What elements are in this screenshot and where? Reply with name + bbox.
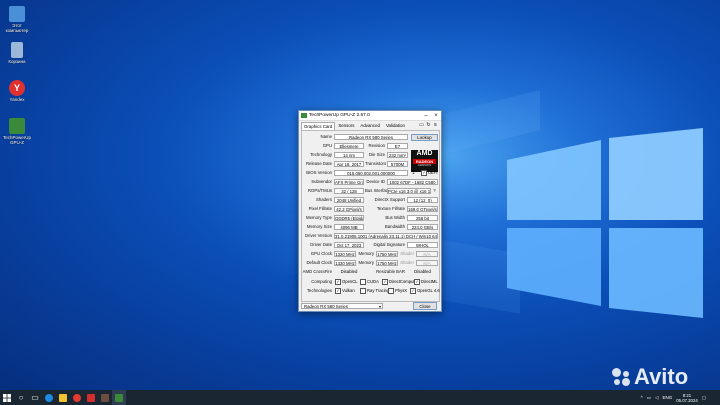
- network-icon[interactable]: ▭: [647, 395, 651, 401]
- bus-help-button[interactable]: ?: [432, 187, 437, 195]
- checkbox-directml[interactable]: ✓ DirectML: [414, 279, 438, 285]
- checkbox-icon: ✓: [421, 170, 427, 176]
- row-gpu-clock: GPU Clock 1320 MHz Memory 1750 MHz Shade…: [302, 250, 439, 258]
- checkbox-icon: ✓: [335, 288, 341, 294]
- volume-icon[interactable]: ◁: [655, 395, 658, 401]
- checkbox-icon: ✓: [410, 288, 416, 294]
- system-tray: ^ ▭ ◁ ENG 8:21 05.07.2024 ▢: [641, 390, 706, 405]
- desktop-icon-this-pc[interactable]: Этот компьютер: [2, 6, 32, 33]
- windows-logo-wallpaper: [507, 128, 703, 318]
- checkbox-vulkan[interactable]: ✓ Vulkan: [335, 288, 355, 294]
- row-fillrate: Pixel Fillrate 42.2 GPixel/s Texture Fil…: [308, 206, 438, 212]
- name-value: Radeon RX 580 Series: [334, 134, 408, 140]
- gpu-selector[interactable]: Radeon RX 580 Series ▾: [301, 303, 383, 309]
- tab-bar: Graphics Card Sensors Advanced Validatio…: [299, 122, 441, 130]
- window-footer: Radeon RX 580 Series ▾ Close: [301, 302, 438, 310]
- row-shaders: Shaders 2048 Unified DirectX Support 12 …: [302, 196, 439, 204]
- row-memory-size: Memory Size 4096 MB Bandwidth 224.0 GB/s: [302, 223, 439, 231]
- desktop-icon-gpuz[interactable]: TechPowerUp GPU-Z: [2, 118, 32, 145]
- taskbar: ○ ▭ ^ ▭ ◁ ENG 8:21 05.07.2024 ▢: [0, 390, 720, 405]
- monitor-icon: [9, 6, 25, 22]
- recycle-bin-icon: [11, 42, 23, 58]
- tab-tools: ▭ ↻ ≡: [419, 123, 438, 128]
- desktop-icon-yandex[interactable]: Y Yandex: [2, 80, 32, 102]
- row-gpu: GPU Ellesmere Revision E7: [302, 142, 439, 150]
- chevron-down-icon: ▾: [378, 304, 381, 309]
- graphics-card-panel: Name Radeon RX 580 Series Lookup GPU Ell…: [301, 130, 440, 302]
- tab-graphics-card[interactable]: Graphics Card: [301, 122, 336, 130]
- yandex-icon: Y: [9, 80, 25, 96]
- checkbox-physx[interactable]: PhysX: [388, 288, 407, 294]
- row-technology: Technology 14 nm Die Size 232 mm²: [302, 151, 439, 159]
- notification-icon[interactable]: ▢: [702, 395, 706, 401]
- edge-icon[interactable]: [42, 390, 56, 405]
- gpuz-icon: [9, 118, 25, 134]
- row-rops-tmus: ROPs/TMUs 32 / 128 Bus Interface PCIe x1…: [307, 187, 437, 195]
- checkbox-icon: ✓: [382, 279, 388, 285]
- avito-watermark: Avito: [612, 364, 688, 390]
- clock[interactable]: 8:21 05.07.2024: [676, 393, 698, 403]
- opera-icon[interactable]: [84, 390, 98, 405]
- tab-sensors[interactable]: Sensors: [335, 121, 357, 130]
- checkbox-icon: [360, 279, 366, 285]
- minimize-button[interactable]: –: [421, 111, 431, 120]
- explorer-icon[interactable]: [56, 390, 70, 405]
- window-titlebar[interactable]: TechPowerUp GPU-Z 2.57.0 – ×: [299, 111, 441, 121]
- checkbox-cuda[interactable]: CUDA: [360, 279, 379, 285]
- menu-icon[interactable]: ≡: [433, 123, 438, 128]
- language-indicator[interactable]: ENG: [662, 395, 672, 400]
- close-button[interactable]: Close: [413, 302, 437, 310]
- refresh-icon[interactable]: ↻: [426, 123, 431, 128]
- share-icon[interactable]: ⇪: [411, 169, 417, 177]
- gpuz-window[interactable]: TechPowerUp GPU-Z 2.57.0 – × Graphics Ca…: [298, 110, 442, 312]
- row-release-date: Release Date Apr 18, 2017 Transistors 57…: [302, 160, 439, 168]
- checkbox-ray-tracing[interactable]: Ray Tracing: [360, 288, 389, 294]
- row-subvendor: Subvendor AFX Prime Group Device ID 1002…: [302, 178, 439, 186]
- task-view-icon[interactable]: ▭: [28, 390, 42, 405]
- gpuz-icon[interactable]: [112, 390, 126, 405]
- row-name: Name Radeon RX 580 Series Lookup: [302, 133, 439, 141]
- checkbox-icon: [388, 288, 394, 294]
- row-crossfire: AMD CrossFire Disabled Resizable BAR Dis…: [302, 269, 431, 274]
- camera-icon[interactable]: ▭: [419, 123, 424, 128]
- checkbox-opengl[interactable]: ✓ OpenGL 4.6: [410, 288, 440, 294]
- game-icon[interactable]: [98, 390, 112, 405]
- avito-logo-icon: [612, 368, 630, 386]
- checkbox-directcompute[interactable]: ✓ DirectCompute: [382, 279, 417, 285]
- desktop-wallpaper: Этот компьютер Корзина Y Yandex TechPowe…: [0, 0, 720, 390]
- desktop-icon-recycle-bin[interactable]: Корзина: [2, 42, 32, 64]
- row-bios: BIOS Version 015.050.002.001.000000 ⇪ ✓ U…: [306, 169, 438, 177]
- checkbox-opencl[interactable]: ✓ OpenCL: [335, 279, 358, 285]
- checkbox-icon: ✓: [335, 279, 341, 285]
- row-driver-date: Driver Date Oct 17, 2023 Digital Signatu…: [302, 241, 439, 249]
- checkbox-icon: [360, 288, 366, 294]
- gpuz-app-icon: [301, 113, 307, 118]
- uefi-checkbox[interactable]: ✓ UEFI: [421, 170, 438, 176]
- tab-validation[interactable]: Validation: [383, 121, 408, 130]
- row-computing: Computing ✓ OpenCL CUDA ✓ DirectCompute ✓ D…: [311, 279, 438, 285]
- tab-advanced[interactable]: Advanced: [357, 121, 383, 130]
- close-window-button[interactable]: ×: [431, 111, 441, 120]
- row-driver-version: Driver Version 31.0.21905.1001 (Adrenali…: [305, 233, 438, 239]
- checkbox-icon: ✓: [414, 279, 420, 285]
- row-default-clock: Default Clock 1320 MHz Memory 1750 MHz S…: [302, 259, 439, 267]
- chevron-up-icon[interactable]: ^: [641, 395, 643, 400]
- search-icon[interactable]: ○: [14, 390, 28, 405]
- window-title: TechPowerUp GPU-Z 2.57.0: [309, 113, 370, 118]
- lookup-button[interactable]: Lookup: [411, 134, 438, 141]
- row-technologies: Technologies ✓ Vulkan Ray Tracing PhysX ✓…: [306, 288, 440, 294]
- windows-start-icon[interactable]: [0, 390, 14, 405]
- row-memory-type: Memory Type GDDR5 (Elpida) Bus Width 256…: [302, 214, 439, 222]
- yandex-icon[interactable]: [70, 390, 84, 405]
